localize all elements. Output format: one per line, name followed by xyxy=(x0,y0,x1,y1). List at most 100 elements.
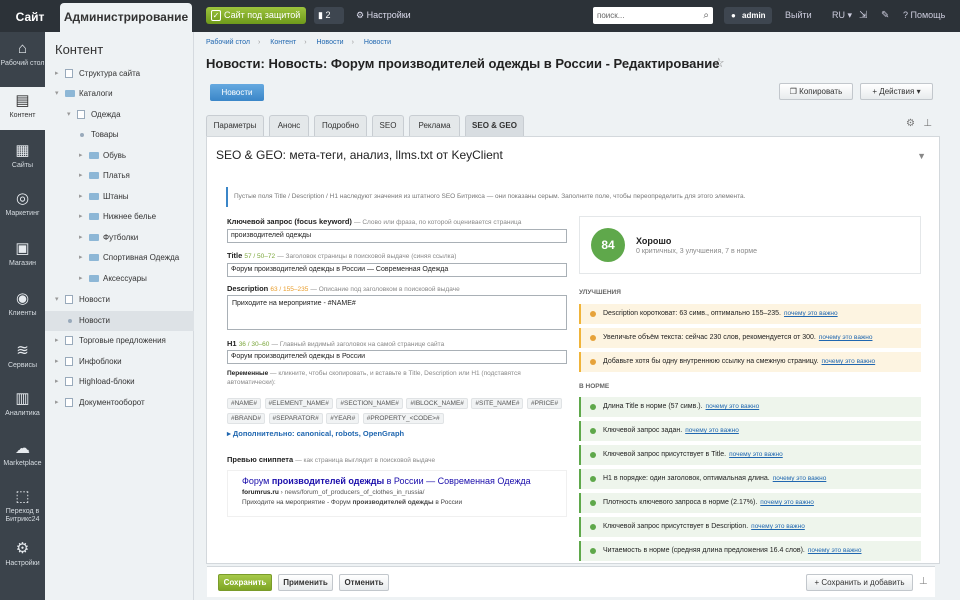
tree-item[interactable]: ▸ Платья xyxy=(45,166,194,186)
back-to-news-button[interactable]: Новости xyxy=(210,84,264,101)
admin-tab[interactable]: Администрирование xyxy=(60,3,192,32)
variable-tag[interactable]: #NAME# xyxy=(227,398,262,409)
breadcrumb-item[interactable]: Контент xyxy=(270,39,296,46)
tab-ads[interactable]: Реклама xyxy=(409,115,460,136)
why-link[interactable]: почему это важно xyxy=(706,403,760,410)
nav-analytics[interactable]: ▥ Аналитика xyxy=(0,390,45,426)
site-protected-button[interactable]: ✓ Сайт под защитой xyxy=(206,7,306,24)
tree-item[interactable]: ▾ Одежда xyxy=(45,105,194,125)
pin-icon[interactable]: ⊥ xyxy=(919,576,928,587)
chevron-right-icon[interactable]: ▸ xyxy=(55,393,59,413)
variable-tag[interactable]: #IBLOCK_NAME# xyxy=(406,398,468,409)
chevron-right-icon[interactable]: ▸ xyxy=(79,166,83,186)
cancel-button[interactable]: Отменить xyxy=(339,574,389,591)
why-link[interactable]: почему это важно xyxy=(751,523,805,530)
tree-item[interactable]: ▾ Новости xyxy=(45,290,194,310)
tree-item[interactable]: ▸ Аксессуары xyxy=(45,269,194,289)
chevron-right-icon[interactable]: ▸ xyxy=(55,331,59,351)
star-icon[interactable]: ☆ xyxy=(713,55,725,71)
tab-announce[interactable]: Анонс xyxy=(269,115,309,136)
tools-icon[interactable]: ✎ xyxy=(881,8,889,23)
apply-button[interactable]: Применить xyxy=(278,574,333,591)
nav-clients[interactable]: ◉ Клиенты xyxy=(0,290,45,326)
title-input[interactable]: Форум производителей одежды в России — С… xyxy=(227,263,567,277)
breadcrumb-item[interactable]: Рабочий стол xyxy=(206,39,250,46)
why-link[interactable]: почему это важно xyxy=(773,475,827,482)
tree-item[interactable]: ▾ Каталоги xyxy=(45,84,194,104)
pin-icon[interactable]: ⇲ xyxy=(859,8,867,23)
chevron-right-icon[interactable]: ▸ xyxy=(79,207,83,227)
site-tab[interactable]: Сайт xyxy=(0,3,60,31)
keyword-input[interactable]: производителей одежды xyxy=(227,229,567,243)
nav-services[interactable]: ≋ Сервисы xyxy=(0,342,45,378)
user-menu[interactable]: ● admin xyxy=(724,7,772,24)
tree-item[interactable]: ▸ Структура сайта xyxy=(45,64,194,84)
variable-tag[interactable]: #BRAND# xyxy=(227,413,265,424)
collapse-icon[interactable]: ▼ xyxy=(917,151,926,161)
description-textarea[interactable]: Приходите на мероприятие - #NAME# xyxy=(227,295,567,330)
tree-item[interactable]: ▸ Спортивная Одежда xyxy=(45,248,194,268)
h1-input[interactable]: Форум производителей одежды в России xyxy=(227,350,567,364)
chevron-right-icon[interactable]: ▸ xyxy=(55,352,59,372)
settings-link[interactable]: ⚙ Настройки xyxy=(356,8,411,23)
variable-tag[interactable]: #PROPERTY_<CODE># xyxy=(362,413,444,424)
tree-item[interactable]: ▸ Highload-блоки xyxy=(45,372,194,392)
why-link[interactable]: почему это важно xyxy=(760,499,814,506)
breadcrumb-item[interactable]: Новости xyxy=(316,39,343,46)
chevron-right-icon[interactable]: ▸ xyxy=(79,269,83,289)
search-icon[interactable]: ⌕ xyxy=(703,7,709,24)
tree-item[interactable]: ▸ Инфоблоки xyxy=(45,352,194,372)
variable-tag[interactable]: #PRICE# xyxy=(527,398,563,409)
chevron-right-icon[interactable]: ▸ xyxy=(79,187,83,207)
advanced-toggle[interactable]: ▸ Дополнительно: canonical, robots, Open… xyxy=(227,429,404,438)
nav-bitrix24[interactable]: ⬚ Переход в Битрикс24 xyxy=(0,488,45,534)
chevron-down-icon[interactable]: ▾ xyxy=(55,84,59,104)
why-link[interactable]: почему это важно xyxy=(729,451,783,458)
chevron-right-icon[interactable]: ▸ xyxy=(55,372,59,392)
variable-tag[interactable]: #SECTION_NAME# xyxy=(336,398,403,409)
tab-seo[interactable]: SEO xyxy=(372,115,404,136)
help-link[interactable]: ? Помощь xyxy=(903,8,945,23)
logout-link[interactable]: Выйти xyxy=(785,8,812,23)
actions-button[interactable]: + Действия ▾ xyxy=(860,83,933,100)
variable-tag[interactable]: #SEPARATOR# xyxy=(268,413,323,424)
tree-item[interactable]: ▸ Обувь xyxy=(45,146,194,166)
tree-item[interactable]: ▸ Штаны xyxy=(45,187,194,207)
nav-marketplace[interactable]: ☁ Marketplace xyxy=(0,440,45,476)
variable-tag[interactable]: #YEAR# xyxy=(326,413,360,424)
search-input[interactable]: поиск... ⌕ xyxy=(593,7,713,24)
chevron-down-icon[interactable]: ▾ xyxy=(55,290,59,310)
chevron-right-icon[interactable]: ▸ xyxy=(79,228,83,248)
gear-icon[interactable]: ⚙ xyxy=(906,118,915,129)
nav-shop[interactable]: ▣ Магазин xyxy=(0,240,45,276)
why-link[interactable]: почему это важно xyxy=(822,358,876,365)
chevron-right-icon[interactable]: ▸ xyxy=(79,146,83,166)
why-link[interactable]: почему это важно xyxy=(808,547,862,554)
tab-details[interactable]: Подробно xyxy=(314,115,367,136)
tab-parameters[interactable]: Параметры xyxy=(206,115,264,136)
nav-marketing[interactable]: ◎ Маркетинг xyxy=(0,190,45,226)
tree-item[interactable]: ▸ Торговые предложения xyxy=(45,331,194,351)
nav-desktop[interactable]: ⌂ Рабочий стол xyxy=(0,40,45,82)
tree-item[interactable]: Новости xyxy=(45,311,194,331)
language-select[interactable]: RU ▾ xyxy=(832,8,852,23)
nav-content[interactable]: ▤ Контент xyxy=(0,87,45,130)
nav-sites[interactable]: ▦ Сайты xyxy=(0,142,45,178)
variable-tag[interactable]: #SITE_NAME# xyxy=(471,398,524,409)
save-and-add-button[interactable]: + Сохранить и добавить xyxy=(806,574,913,591)
why-link[interactable]: почему это важно xyxy=(685,427,739,434)
pin-icon[interactable]: ⊥ xyxy=(923,118,932,129)
why-link[interactable]: почему это важно xyxy=(784,310,838,317)
variable-tag[interactable]: #ELEMENT_NAME# xyxy=(264,398,333,409)
nav-settings[interactable]: ⚙ Настройки xyxy=(0,540,45,576)
chevron-down-icon[interactable]: ▾ xyxy=(67,105,71,125)
copy-button[interactable]: ❐ Копировать xyxy=(779,83,853,100)
chevron-right-icon[interactable]: ▸ xyxy=(79,248,83,268)
tab-seo-geo[interactable]: SEO & GEO xyxy=(465,115,524,136)
notifications-button[interactable]: ▮ 2 xyxy=(314,7,344,24)
scrollbar[interactable] xyxy=(946,32,960,600)
save-button[interactable]: Сохранить xyxy=(218,574,272,591)
breadcrumb-item[interactable]: Новости xyxy=(364,39,391,46)
tree-item[interactable]: ▸ Нижнее белье xyxy=(45,207,194,227)
why-link[interactable]: почему это важно xyxy=(819,334,873,341)
